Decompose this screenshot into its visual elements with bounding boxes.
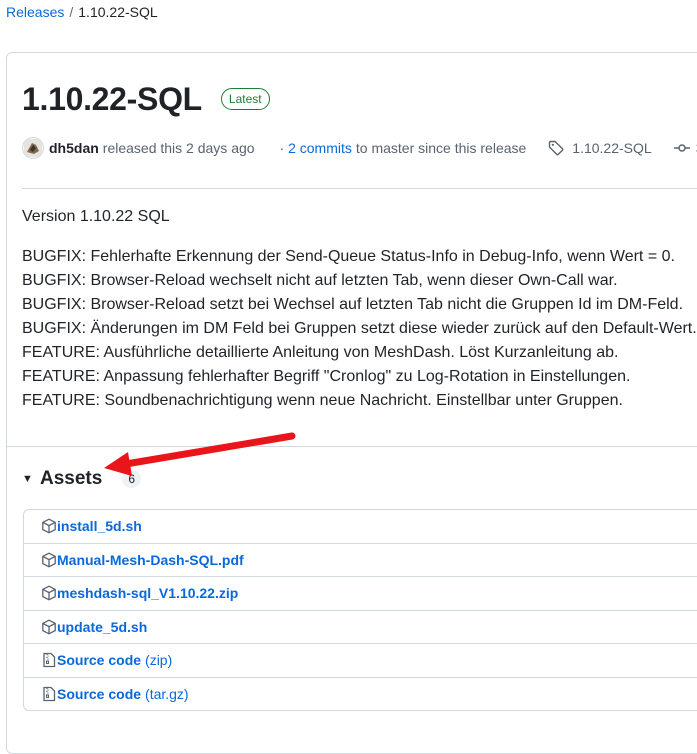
asset-link[interactable]: update_5d.sh [57, 619, 147, 635]
tag-link[interactable]: 1.10.22-SQL [548, 140, 652, 156]
package-icon [41, 518, 57, 534]
avatar[interactable] [22, 137, 44, 159]
asset-row[interactable]: meshdash-sql_V1.10.22.zip [24, 576, 697, 610]
file-zip-icon [41, 686, 57, 702]
assets-count-badge: 6 [122, 470, 142, 488]
release-card: 1.10.22-SQL Latest dh5dan released this … [6, 52, 697, 754]
git-commit-icon [673, 144, 690, 152]
release-meta: dh5dan released this 2 days ago · 2 comm… [22, 137, 697, 159]
note-line: BUGFIX: Fehlerhafte Erkennung der Send-Q… [22, 248, 675, 265]
meta-divider [22, 188, 697, 189]
note-line: FEATURE: Ausführliche detaillierte Anlei… [22, 344, 619, 361]
asset-row[interactable]: Manual-Mesh-Dash-SQL.pdf [24, 542, 697, 577]
breadcrumb-separator: / [69, 4, 74, 20]
commit-link[interactable]: 3b [673, 140, 697, 156]
file-zip-icon [41, 652, 57, 668]
tag-icon [549, 140, 564, 156]
release-notes: Version 1.10.22 SQL BUGFIX: Fehlerhafte … [22, 205, 697, 413]
asset-row[interactable]: install_5d.sh [24, 510, 697, 543]
asset-link[interactable]: Manual-Mesh-Dash-SQL.pdf [57, 552, 244, 568]
breadcrumb-releases-link[interactable]: Releases [6, 4, 64, 20]
release-title[interactable]: 1.10.22-SQL [22, 79, 202, 119]
caret-down-icon: ▼ [22, 473, 33, 485]
released-text: released this 2 days ago [102, 140, 255, 156]
assets-toggle[interactable]: ▼ Assets 6 [22, 468, 142, 490]
tag-label: 1.10.22-SQL [572, 140, 652, 156]
latest-badge: Latest [220, 88, 270, 110]
note-line: FEATURE: Soundbenachrichtigung wenn neue… [22, 392, 623, 409]
note-line: BUGFIX: Browser-Reload setzt bei Wechsel… [22, 296, 684, 313]
package-icon [41, 552, 57, 568]
commits-link[interactable]: · 2 commits [280, 140, 352, 156]
asset-format[interactable]: (zip) [145, 652, 172, 668]
asset-row[interactable]: update_5d.sh [24, 609, 697, 644]
release-header: 1.10.22-SQL Latest [22, 79, 270, 119]
section-divider [7, 446, 697, 447]
version-line: Version 1.10.22 SQL [22, 208, 170, 225]
commits-suffix: to master since this release [355, 140, 527, 156]
assets-title: Assets [40, 468, 103, 489]
breadcrumb-current: 1.10.22-SQL [78, 4, 158, 20]
author-link[interactable]: dh5dan [49, 140, 99, 156]
asset-row[interactable]: Source code (zip) [24, 643, 697, 677]
asset-list: install_5d.sh Manual-Mesh-Dash-SQL.pdf m… [23, 509, 697, 711]
note-line: BUGFIX: Änderungen im DM Feld bei Gruppe… [22, 320, 697, 337]
asset-format[interactable]: (tar.gz) [145, 686, 189, 702]
asset-link[interactable]: Source code [57, 652, 141, 668]
package-icon [41, 585, 57, 601]
package-icon [41, 619, 57, 635]
breadcrumb: Releases /1.10.22-SQL [6, 3, 158, 21]
asset-link[interactable]: install_5d.sh [57, 518, 142, 534]
avatar-image-icon [24, 139, 42, 157]
asset-row[interactable]: Source code (tar.gz) [24, 676, 697, 711]
asset-link[interactable]: meshdash-sql_V1.10.22.zip [57, 585, 238, 601]
asset-link[interactable]: Source code [57, 686, 141, 702]
note-line: BUGFIX: Browser-Reload wechselt nicht au… [22, 272, 618, 289]
note-line: FEATURE: Anpassung fehlerhafter Begriff … [22, 368, 631, 385]
